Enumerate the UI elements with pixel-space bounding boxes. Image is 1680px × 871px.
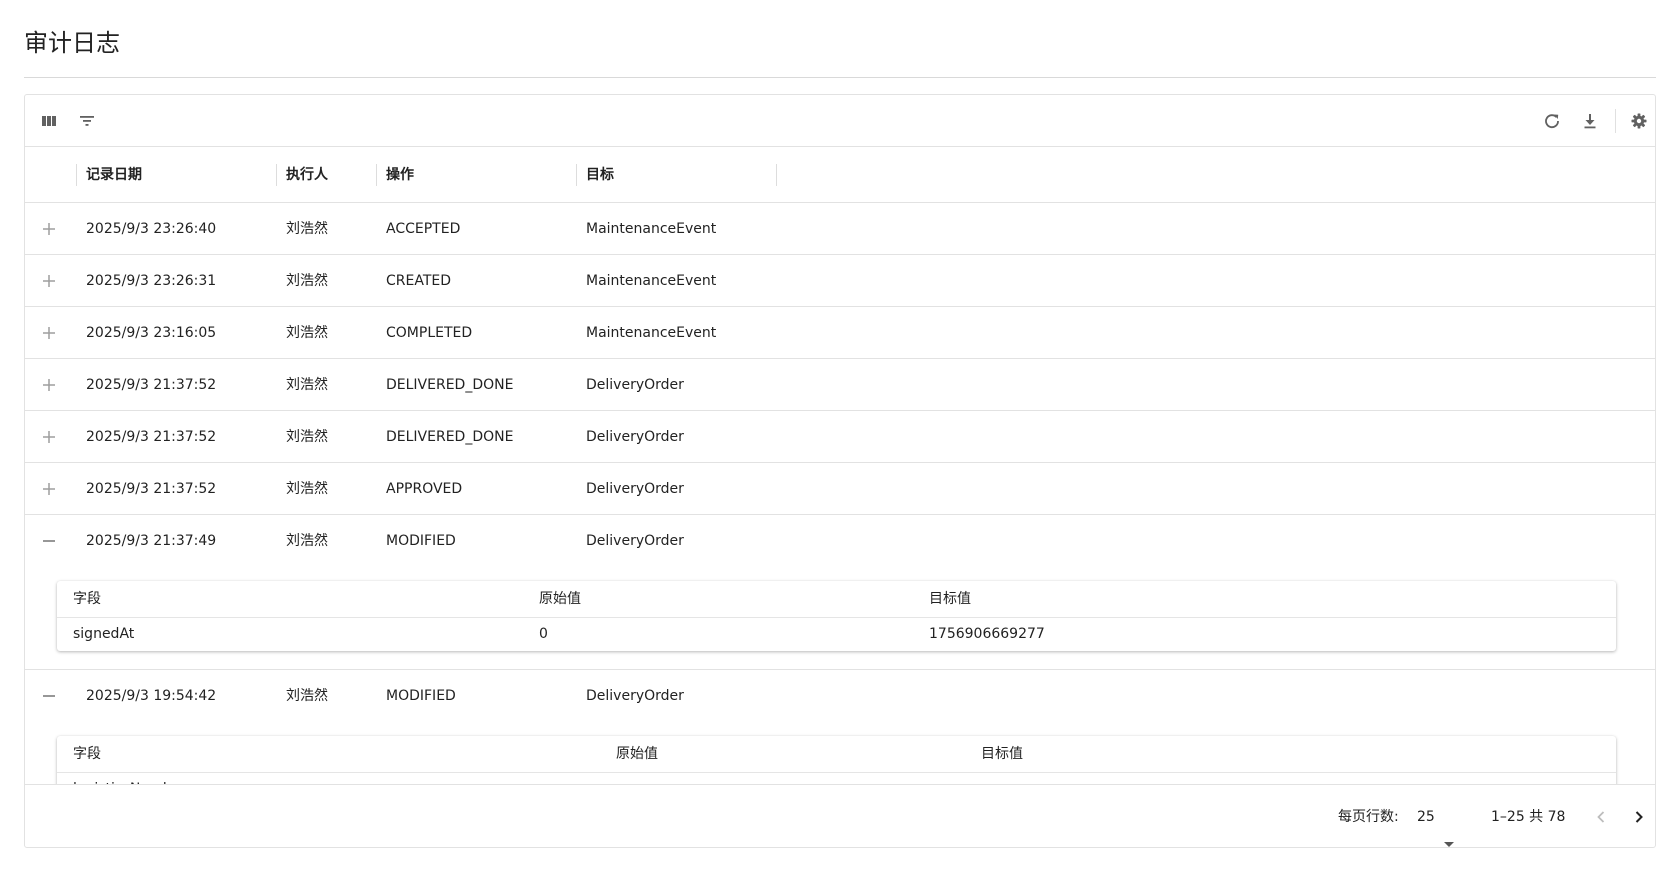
cell-target: MaintenanceEvent — [586, 273, 717, 289]
expand-plus-icon[interactable] — [37, 269, 61, 293]
dropdown-arrow-icon — [1443, 813, 1455, 847]
expand-plus-icon[interactable] — [37, 477, 61, 501]
next-page-icon[interactable] — [1627, 805, 1651, 829]
expanded-row: 2025/9/3 21:37:49 刘浩然 MODIFIED DeliveryO… — [25, 515, 1655, 670]
change-detail-table: 字段 原始值 目标值 signedAt 0 1756906669277 — [57, 581, 1616, 651]
change-detail-table: 字段 原始值 目标值 logisticsNumber — [57, 736, 1616, 784]
page-title: 审计日志 — [24, 29, 120, 57]
expand-plus-icon[interactable] — [37, 373, 61, 397]
detail-row: logisticsNumber — [57, 773, 1616, 784]
cell-date: 2025/9/3 21:37:52 — [86, 429, 217, 445]
table-pagination: 每页行数: 25 1–25 共 78 — [25, 784, 1655, 847]
cell-target: DeliveryOrder — [586, 377, 684, 393]
cell-date: 2025/9/3 23:16:05 — [86, 325, 217, 341]
column-header-action[interactable]: 操作 — [376, 147, 576, 203]
table-row[interactable]: 2025/9/3 23:26:40 刘浩然 ACCEPTED Maintenan… — [25, 203, 1655, 255]
detail-header-field: 字段 — [73, 591, 101, 607]
table-row[interactable]: 2025/9/3 23:26:31 刘浩然 CREATED Maintenanc… — [25, 255, 1655, 307]
cell-user: 刘浩然 — [286, 377, 328, 393]
table-row[interactable]: 2025/9/3 23:16:05 刘浩然 COMPLETED Maintena… — [25, 307, 1655, 359]
audit-table-card: 记录日期 执行人 操作 目标 2025/9/3 23:26:40 刘浩然 ACC… — [24, 94, 1656, 848]
cell-action: MODIFIED — [386, 688, 456, 704]
detail-row: signedAt 0 1756906669277 — [57, 618, 1616, 651]
detail-field: signedAt — [73, 626, 135, 642]
filter-icon[interactable] — [74, 108, 100, 134]
refresh-icon[interactable] — [1539, 108, 1565, 134]
expanded-row: 2025/9/3 19:54:42 刘浩然 MODIFIED DeliveryO… — [25, 670, 1655, 784]
collapse-minus-icon[interactable] — [37, 684, 61, 708]
cell-action: DELIVERED_DONE — [386, 377, 514, 393]
toolbar-divider — [1615, 109, 1616, 133]
cell-user: 刘浩然 — [286, 481, 328, 497]
expand-plus-icon[interactable] — [37, 425, 61, 449]
table-toolbar — [25, 95, 1655, 147]
rows-per-page-label: 每页行数: — [1338, 809, 1399, 825]
column-separator — [776, 164, 777, 186]
detail-new-value: 1756906669277 — [929, 626, 1045, 642]
rows-per-page-select[interactable]: 25 — [1417, 785, 1461, 847]
cell-action: MODIFIED — [386, 533, 456, 549]
cell-action: APPROVED — [386, 481, 463, 497]
detail-header: 字段 原始值 目标值 — [57, 736, 1616, 773]
table-header: 记录日期 执行人 操作 目标 — [25, 147, 1655, 203]
audit-log-page: 审计日志 记录日期 执行人 操作 目标 2025/9/3 23:26:40 刘浩… — [0, 0, 1680, 871]
cell-action: COMPLETED — [386, 325, 473, 341]
cell-target: DeliveryOrder — [586, 481, 684, 497]
expand-plus-icon[interactable] — [37, 217, 61, 241]
pagination-range: 1–25 共 78 — [1491, 809, 1566, 825]
detail-header-new: 目标值 — [981, 746, 1023, 762]
expand-plus-icon[interactable] — [37, 321, 61, 345]
table-body: 2025/9/3 23:26:40 刘浩然 ACCEPTED Maintenan… — [25, 203, 1655, 784]
detail-header-field: 字段 — [73, 746, 101, 762]
detail-header-old: 原始值 — [539, 591, 581, 607]
cell-action: CREATED — [386, 273, 452, 289]
settings-icon[interactable] — [1626, 108, 1652, 134]
table-row[interactable]: 2025/9/3 21:37:49 刘浩然 MODIFIED DeliveryO… — [25, 515, 1655, 567]
cell-target: DeliveryOrder — [586, 429, 684, 445]
cell-target: DeliveryOrder — [586, 688, 684, 704]
cell-date: 2025/9/3 23:26:31 — [86, 273, 217, 289]
detail-old-value: 0 — [539, 626, 548, 642]
cell-action: DELIVERED_DONE — [386, 429, 514, 445]
cell-user: 刘浩然 — [286, 325, 328, 341]
cell-user: 刘浩然 — [286, 533, 328, 549]
cell-date: 2025/9/3 21:37:52 — [86, 481, 217, 497]
cell-user: 刘浩然 — [286, 429, 328, 445]
cell-date: 2025/9/3 21:37:52 — [86, 377, 217, 393]
cell-user: 刘浩然 — [286, 273, 328, 289]
detail-field: logisticsNumber — [73, 773, 186, 784]
table-row[interactable]: 2025/9/3 21:37:52 刘浩然 DELIVERED_DONE Del… — [25, 359, 1655, 411]
table-row[interactable]: 2025/9/3 21:37:52 刘浩然 APPROVED DeliveryO… — [25, 463, 1655, 515]
collapse-minus-icon[interactable] — [37, 529, 61, 553]
detail-header: 字段 原始值 目标值 — [57, 581, 1616, 618]
rows-per-page-value: 25 — [1417, 809, 1435, 825]
cell-date: 2025/9/3 19:54:42 — [86, 688, 217, 704]
cell-target: DeliveryOrder — [586, 533, 684, 549]
column-header-date[interactable]: 记录日期 — [76, 147, 276, 203]
table-row[interactable]: 2025/9/3 21:37:52 刘浩然 DELIVERED_DONE Del… — [25, 411, 1655, 463]
detail-header-new: 目标值 — [929, 591, 971, 607]
columns-icon[interactable] — [36, 108, 62, 134]
cell-target: MaintenanceEvent — [586, 221, 717, 237]
detail-header-old: 原始值 — [616, 746, 658, 762]
table-row[interactable]: 2025/9/3 19:54:42 刘浩然 MODIFIED DeliveryO… — [25, 670, 1655, 722]
cell-action: ACCEPTED — [386, 221, 461, 237]
column-header-target[interactable]: 目标 — [576, 147, 776, 203]
previous-page-icon[interactable] — [1589, 805, 1613, 829]
download-icon[interactable] — [1577, 108, 1603, 134]
cell-target: MaintenanceEvent — [586, 325, 717, 341]
cell-date: 2025/9/3 21:37:49 — [86, 533, 217, 549]
cell-user: 刘浩然 — [286, 688, 328, 704]
cell-user: 刘浩然 — [286, 221, 328, 237]
title-divider — [24, 77, 1656, 78]
cell-date: 2025/9/3 23:26:40 — [86, 221, 217, 237]
column-header-user[interactable]: 执行人 — [276, 147, 376, 203]
